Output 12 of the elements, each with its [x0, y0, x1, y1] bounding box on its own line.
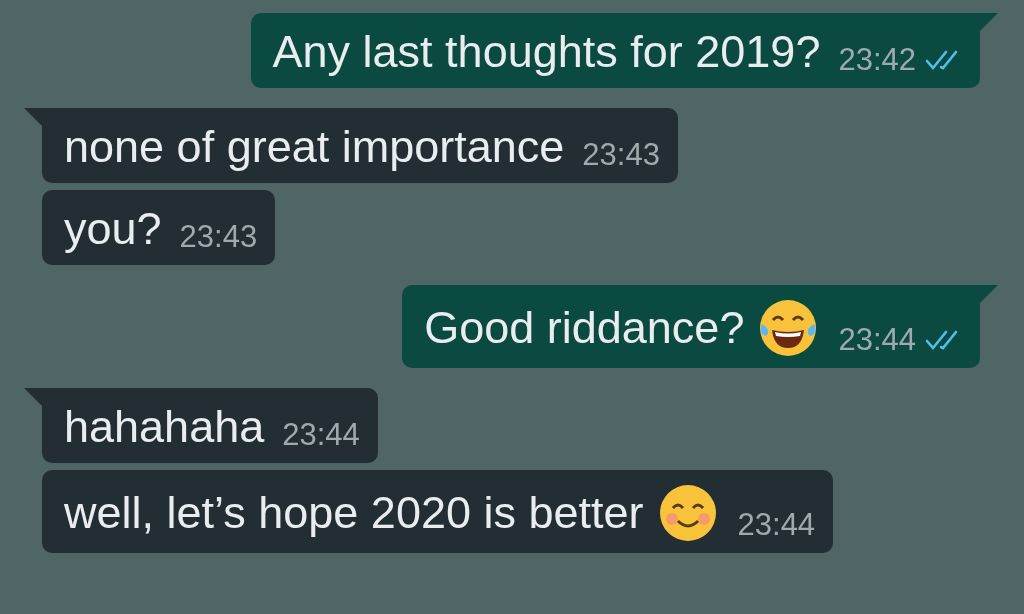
message-time: 23:42: [838, 42, 916, 78]
message-text: none of great importance: [64, 120, 565, 174]
message-text: Any last thoughts for 2019?: [272, 25, 821, 79]
message-time: 23:43: [179, 219, 258, 255]
message-time: 23:44: [282, 417, 360, 453]
message-text: Good riddance?: [424, 301, 745, 355]
message-text: you?: [64, 202, 162, 256]
message-text: well, let’s hope 2020 is better: [64, 486, 644, 540]
message-time: 23:44: [737, 507, 816, 543]
message-text: hahahaha: [64, 400, 265, 454]
message-time: 23:43: [582, 137, 660, 173]
message-time: 23:44: [838, 322, 916, 358]
